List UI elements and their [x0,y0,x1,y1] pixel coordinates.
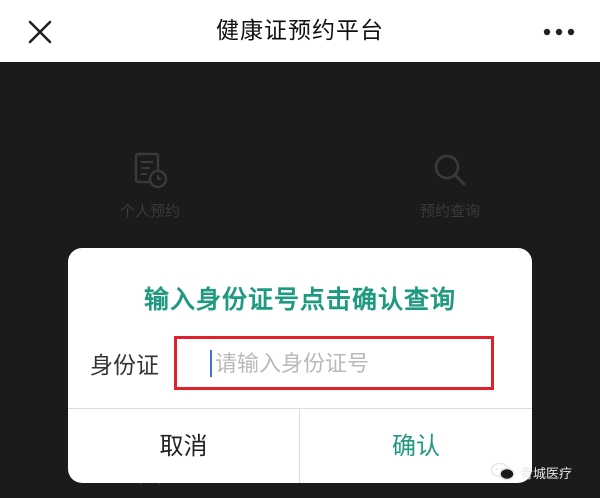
id-query-dialog: 输入身份证号点击确认查询 身份证 取消 确认 [68,248,532,483]
document-clock-icon [134,152,168,189]
close-icon [28,20,52,44]
page-title: 健康证预约平台 [216,18,384,44]
close-button[interactable] [22,14,58,50]
watermark: 青城医疗 [490,460,572,484]
booking-query-label: 预约查询 [419,202,480,220]
id-input-highlight [174,336,494,390]
search-icon [434,154,466,186]
wechat-icon [490,462,515,481]
id-card-label: 身份证 [90,353,159,379]
personal-booking-label: 个人预约 [119,202,180,220]
cancel-button[interactable]: 取消 [68,409,299,483]
booking-query-entry: 预约查询 [390,150,510,221]
watermark-text: 青城医疗 [520,466,573,482]
personal-booking-entry: 个人预约 [90,150,210,221]
more-button[interactable] [538,22,580,42]
dialog-title: 输入身份证号点击确认查询 [143,285,456,314]
text-caret [210,350,212,377]
id-number-input[interactable] [215,345,485,383]
more-dots-icon [543,28,575,36]
top-bar: 健康证预约平台 [0,0,600,62]
